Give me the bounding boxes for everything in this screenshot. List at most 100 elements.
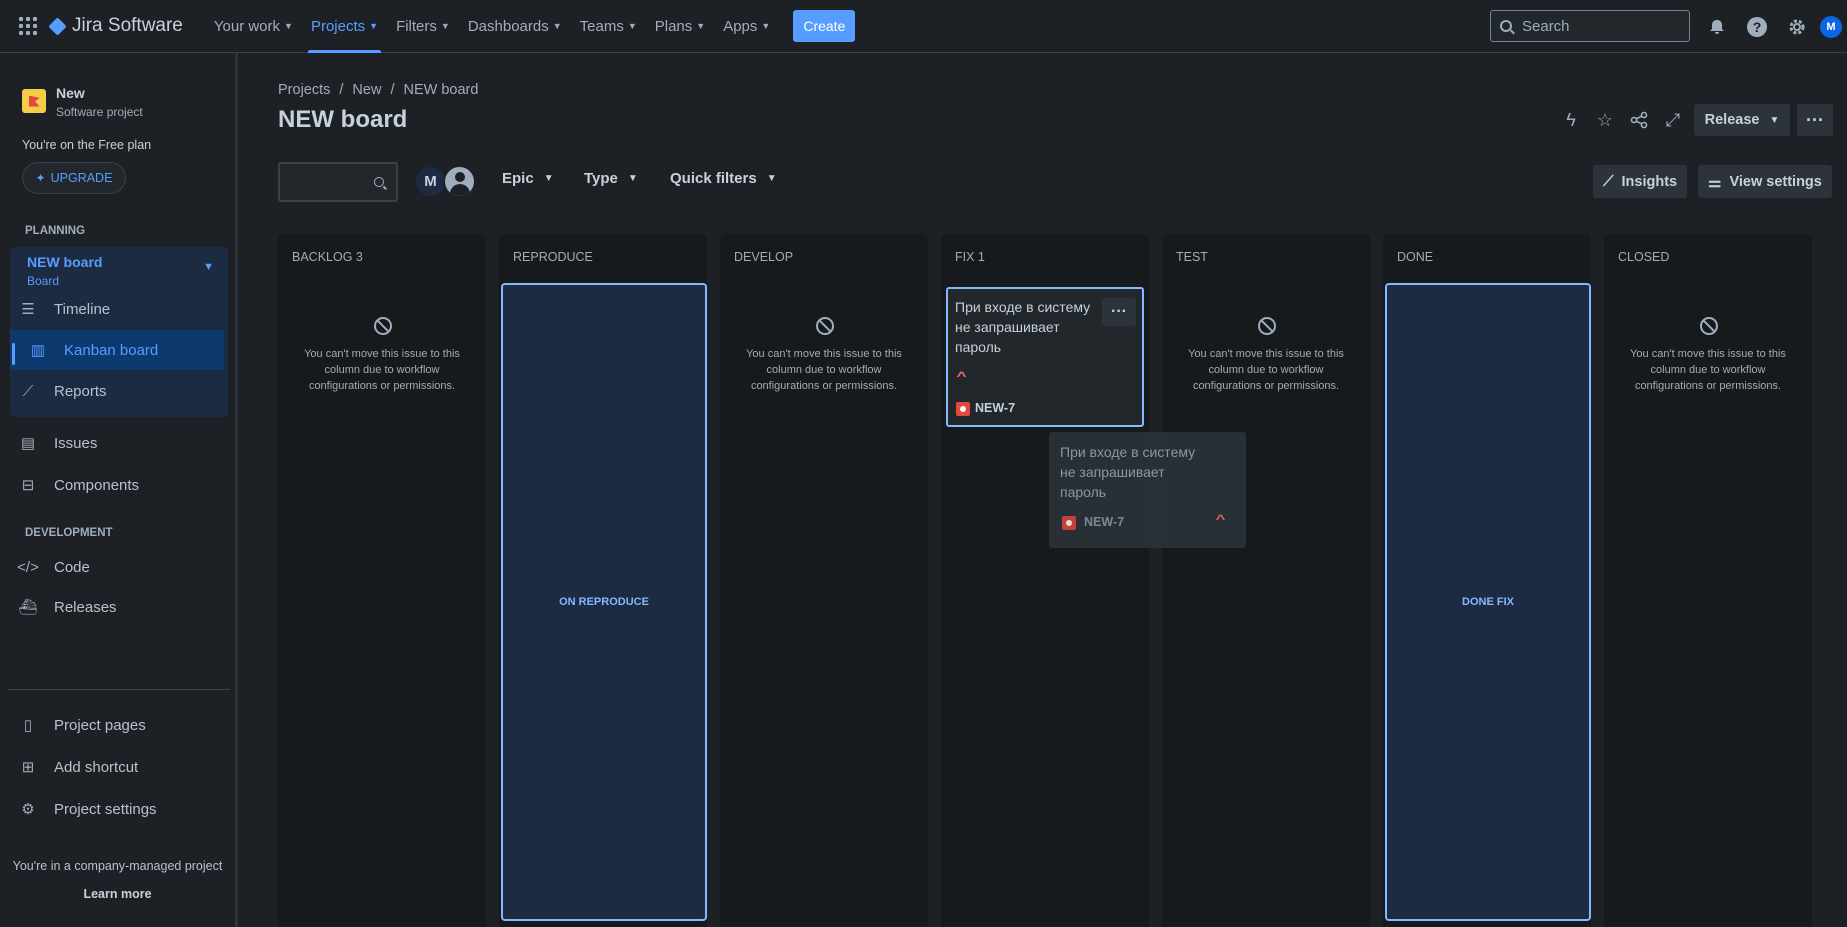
- drop-zone-done-fix[interactable]: DONE FIX: [1385, 283, 1591, 921]
- chevron-down-icon: ▼: [761, 21, 771, 31]
- insights-label: Insights: [1621, 173, 1678, 190]
- unassigned-avatar[interactable]: [443, 165, 476, 198]
- insights-button[interactable]: ⟋ Insights: [1593, 165, 1688, 198]
- nav-label: Projects: [310, 17, 366, 35]
- column-title: TEST: [1176, 250, 1208, 264]
- column-title: DONE: [1397, 250, 1434, 264]
- quick-filters[interactable]: Quick filters ▼: [670, 170, 777, 187]
- issues-icon: ▤: [20, 435, 36, 452]
- priority-high-icon: ^: [956, 369, 967, 383]
- board-selector[interactable]: NEW board Board: [27, 254, 102, 288]
- sidebar-item-code[interactable]: </> Code: [0, 547, 228, 587]
- jira-logo[interactable]: Jira Software: [48, 15, 183, 37]
- nav-projects[interactable]: Projects ▼: [302, 0, 387, 53]
- chevron-down-icon: ▼: [284, 21, 293, 31]
- avatar-initial: M: [1820, 15, 1842, 38]
- issue-title: При входе в систему не запрашивает парол…: [1060, 444, 1196, 500]
- issue-card[interactable]: При входе в систему не запрашивает парол…: [946, 287, 1144, 427]
- release-label: Release: [1704, 112, 1760, 128]
- notifications-icon[interactable]: [1697, 7, 1737, 47]
- sidebar-item-label: Timeline: [54, 300, 111, 318]
- release-button[interactable]: Release ▼: [1694, 104, 1790, 136]
- sidebar-item-kanban-board[interactable]: ▥ Kanban board: [10, 330, 224, 370]
- drop-zone-label: ON REPRODUCE: [559, 596, 649, 608]
- profile-avatar[interactable]: M: [1817, 7, 1847, 47]
- blocked-icon: [1700, 317, 1718, 335]
- sidebar-item-label: Kanban board: [64, 341, 159, 359]
- components-icon: ⊟: [21, 477, 35, 494]
- priority-high-icon: ^: [1215, 512, 1226, 526]
- search-icon: [1500, 20, 1512, 32]
- upgrade-button[interactable]: ✦ UPGRADE: [22, 162, 126, 194]
- app-name: Jira Software: [72, 15, 183, 36]
- epic-filter[interactable]: Epic ▼: [502, 170, 554, 187]
- code-icon: </>: [17, 558, 39, 576]
- filter-label: Epic: [502, 170, 534, 187]
- chevron-down-icon: ▼: [627, 21, 637, 31]
- nav-teams[interactable]: Teams ▼: [571, 0, 646, 53]
- planning-section-label: PLANNING: [25, 225, 86, 237]
- drop-zone-on-reproduce[interactable]: ON REPRODUCE: [501, 283, 707, 921]
- filter-label: Quick filters: [670, 170, 757, 187]
- column-title: CLOSED: [1618, 250, 1670, 264]
- chevron-down-icon[interactable]: ▼: [203, 261, 214, 273]
- drop-zone-label: DONE FIX: [1462, 596, 1514, 608]
- issue-key[interactable]: NEW-7: [975, 401, 1015, 415]
- board-search-input[interactable]: [278, 162, 398, 202]
- top-navigation-bar: Jira Software Your work ▼ Projects ▼ Filte…: [0, 0, 1847, 53]
- learn-more-link[interactable]: Learn more: [0, 887, 235, 901]
- plan-text: You're on the Free plan: [22, 138, 152, 152]
- chevron-down-icon: ▼: [766, 173, 777, 184]
- breadcrumb-projects[interactable]: Projects: [278, 82, 330, 98]
- project-sidebar: New Software project You're on the Free …: [0, 53, 238, 927]
- sidebar-item-add-shortcut[interactable]: ⊞ Add shortcut: [0, 747, 228, 787]
- blocked-message: You can't move this issue to this column…: [746, 348, 902, 392]
- nav-filters[interactable]: Filters ▼: [387, 0, 459, 53]
- sidebar-item-project-settings[interactable]: ⚙ Project settings: [0, 789, 228, 829]
- breadcrumb-board[interactable]: NEW board: [403, 82, 478, 98]
- view-settings-label: View settings: [1729, 173, 1822, 190]
- card-more-button[interactable]: ···: [1102, 298, 1136, 326]
- sidebar-item-label: Issues: [54, 434, 98, 452]
- share-icon[interactable]: [1622, 104, 1656, 136]
- settings-gear-icon[interactable]: [1777, 7, 1817, 47]
- more-actions-button[interactable]: ···: [1797, 104, 1833, 136]
- active-indicator: [12, 343, 15, 365]
- reports-icon: ⟋: [22, 382, 34, 400]
- automation-lightning-icon[interactable]: ϟ: [1554, 104, 1588, 136]
- nav-dashboards[interactable]: Dashboards ▼: [459, 0, 571, 53]
- board-subtitle: Board: [27, 274, 60, 288]
- nav-label: Teams: [579, 17, 624, 35]
- create-button[interactable]: Create: [793, 10, 856, 42]
- chevron-down-icon: ▼: [543, 173, 554, 184]
- sidebar-item-releases[interactable]: ⛴ Releases: [0, 587, 228, 627]
- view-settings-button[interactable]: ⚌ View settings: [1698, 165, 1832, 198]
- sidebar-item-components[interactable]: ⊟ Components: [0, 465, 228, 505]
- sidebar-item-project-pages[interactable]: ▯ Project pages: [0, 705, 228, 745]
- column-title: FIX 1: [955, 250, 985, 264]
- releases-icon: ⛴: [18, 599, 38, 616]
- type-filter[interactable]: Type ▼: [584, 170, 638, 187]
- project-header[interactable]: New Software project: [22, 85, 143, 119]
- sidebar-item-timeline[interactable]: ☰ Timeline: [0, 289, 228, 329]
- dragging-card-preview: При входе в систему не запрашивает парол…: [1049, 432, 1246, 548]
- bug-icon: [956, 402, 970, 416]
- app-switcher-icon[interactable]: [19, 17, 37, 35]
- sidebar-item-reports[interactable]: ⟋ Reports: [0, 371, 228, 411]
- breadcrumb-new[interactable]: New: [352, 82, 381, 98]
- star-icon[interactable]: ☆: [1588, 104, 1622, 136]
- fullscreen-icon[interactable]: ⤢: [1656, 104, 1690, 136]
- sidebar-item-issues[interactable]: ▤ Issues: [0, 423, 228, 463]
- nav-plans[interactable]: Plans ▼: [646, 0, 714, 53]
- column-backlog: BACKLOG 3 You can't move this issue to t…: [278, 234, 486, 927]
- help-icon[interactable]: ?: [1737, 7, 1777, 47]
- blocked-message: You can't move this issue to this column…: [1188, 348, 1344, 392]
- nav-your-work[interactable]: Your work ▼: [205, 0, 302, 53]
- nav-apps[interactable]: Apps ▼: [714, 0, 779, 53]
- chevron-down-icon: ▼: [1769, 114, 1780, 126]
- search-input[interactable]: Search: [1490, 10, 1690, 42]
- column-title: BACKLOG 3: [292, 250, 363, 264]
- top-right-icons: ? M: [1697, 0, 1847, 53]
- project-pages-icon: ▯: [23, 717, 33, 734]
- sidebar-item-label: Code: [54, 558, 90, 576]
